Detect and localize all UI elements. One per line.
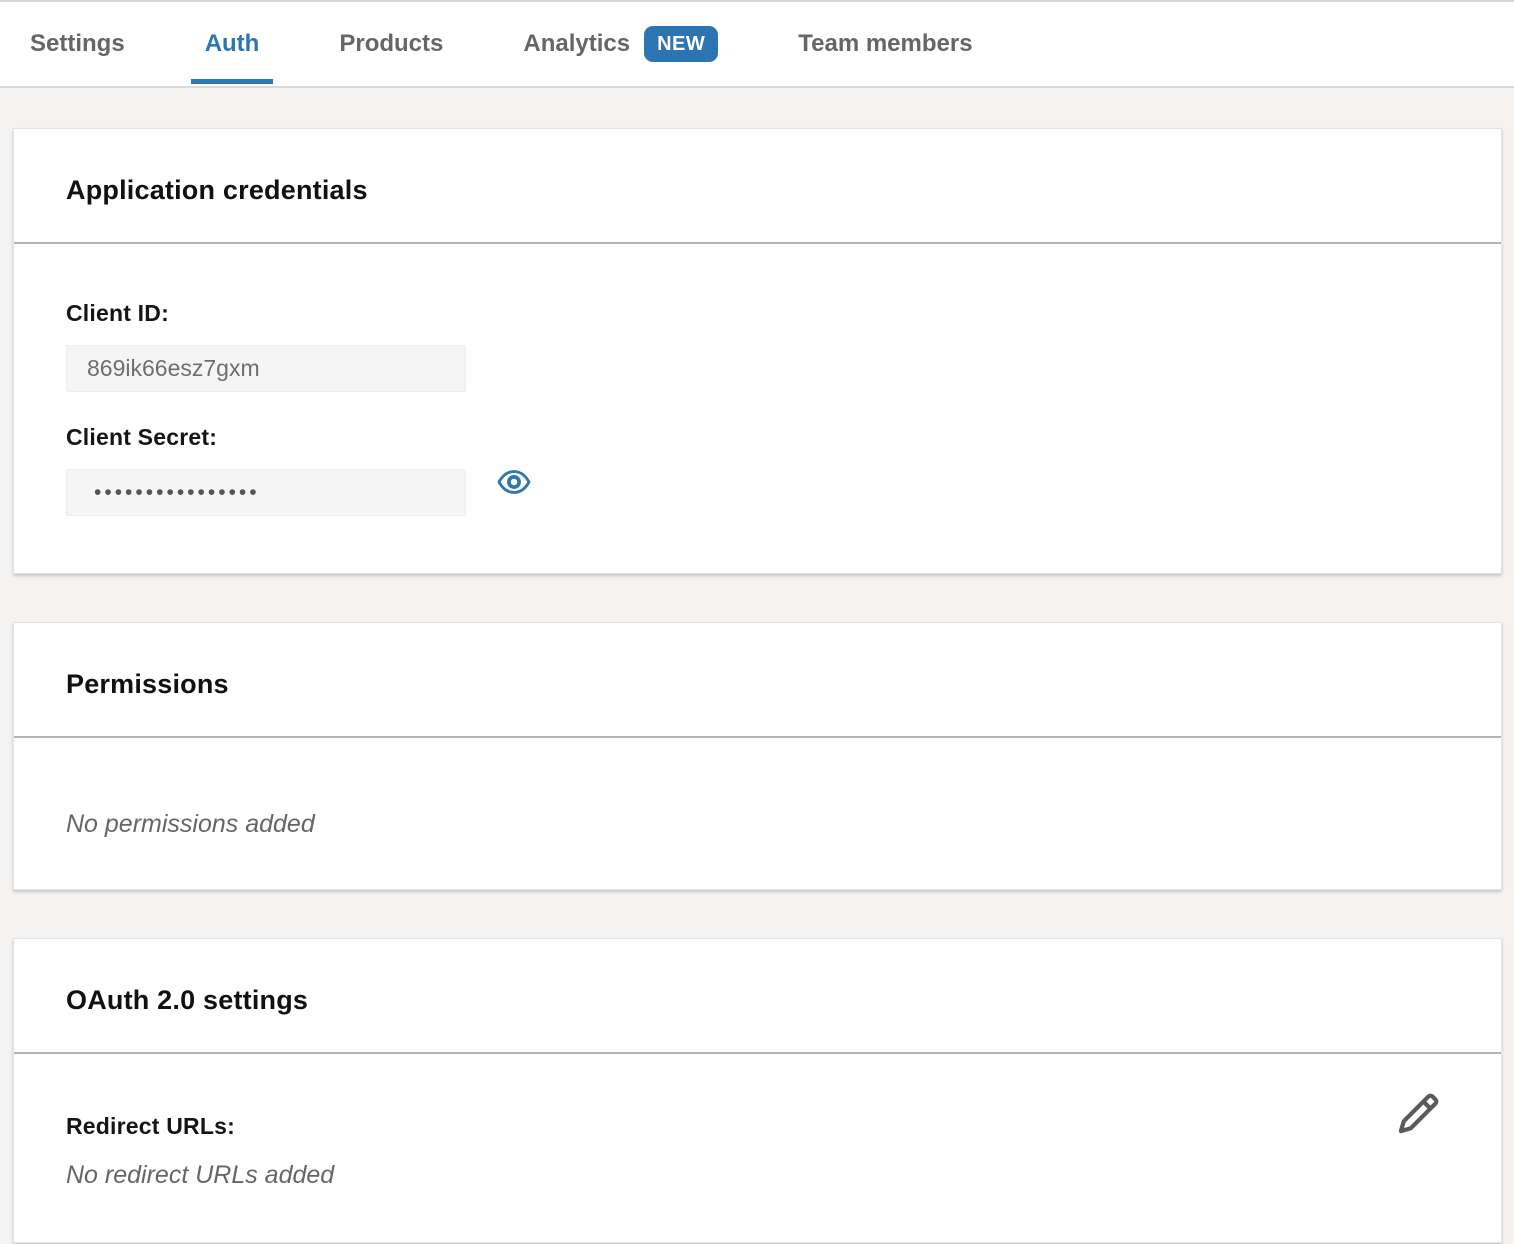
client-secret-row: •••••••••••••••• (66, 451, 1449, 516)
tab-products-label: Products (339, 30, 443, 58)
application-credentials-title: Application credentials (66, 175, 1449, 206)
oauth-settings-header: OAuth 2.0 settings (14, 939, 1501, 1052)
auth-page: Application credentials Client ID: 869ik… (0, 88, 1514, 1243)
permissions-empty-text: No permissions added (66, 810, 1449, 839)
tab-analytics[interactable]: Analytics NEW (509, 2, 732, 86)
client-id-field[interactable]: 869ik66esz7gxm (66, 345, 466, 392)
new-badge: NEW (644, 26, 718, 62)
tab-team-members[interactable]: Team members (784, 2, 986, 86)
permissions-card: Permissions No permissions added (13, 622, 1502, 890)
oauth-settings-title: OAuth 2.0 settings (66, 985, 1449, 1016)
application-credentials-card: Application credentials Client ID: 869ik… (13, 128, 1502, 574)
pencil-icon (1396, 1124, 1441, 1139)
tab-auth[interactable]: Auth (191, 2, 274, 86)
reveal-secret-button[interactable] (497, 465, 531, 502)
client-id-label: Client ID: (66, 300, 1449, 327)
tab-bar: Settings Auth Products Analytics NEW Tea… (0, 0, 1514, 88)
oauth-settings-body: Redirect URLs: No redirect URLs added (14, 1054, 1501, 1242)
tab-auth-label: Auth (205, 30, 260, 58)
client-secret-label: Client Secret: (66, 424, 1449, 451)
application-credentials-header: Application credentials (14, 129, 1501, 242)
redirect-urls-label: Redirect URLs: (66, 1113, 1449, 1140)
permissions-body: No permissions added (14, 738, 1501, 889)
redirect-urls-empty-text: No redirect URLs added (66, 1161, 1449, 1190)
eye-icon (497, 465, 531, 502)
client-id-value: 869ik66esz7gxm (87, 355, 260, 382)
tab-settings-label: Settings (30, 30, 125, 58)
client-secret-masked-value: •••••••••••••••• (94, 481, 260, 505)
tab-team-members-label: Team members (798, 30, 972, 58)
tab-analytics-label: Analytics (523, 30, 630, 58)
tab-settings[interactable]: Settings (16, 2, 139, 86)
edit-redirect-urls-button[interactable] (1396, 1091, 1441, 1139)
permissions-title: Permissions (66, 669, 1449, 700)
tab-products[interactable]: Products (325, 2, 457, 86)
client-secret-field[interactable]: •••••••••••••••• (66, 469, 466, 516)
application-credentials-body: Client ID: 869ik66esz7gxm Client Secret:… (14, 244, 1501, 573)
oauth-settings-card: OAuth 2.0 settings Redirect URLs: No red… (13, 938, 1502, 1243)
permissions-header: Permissions (14, 623, 1501, 736)
